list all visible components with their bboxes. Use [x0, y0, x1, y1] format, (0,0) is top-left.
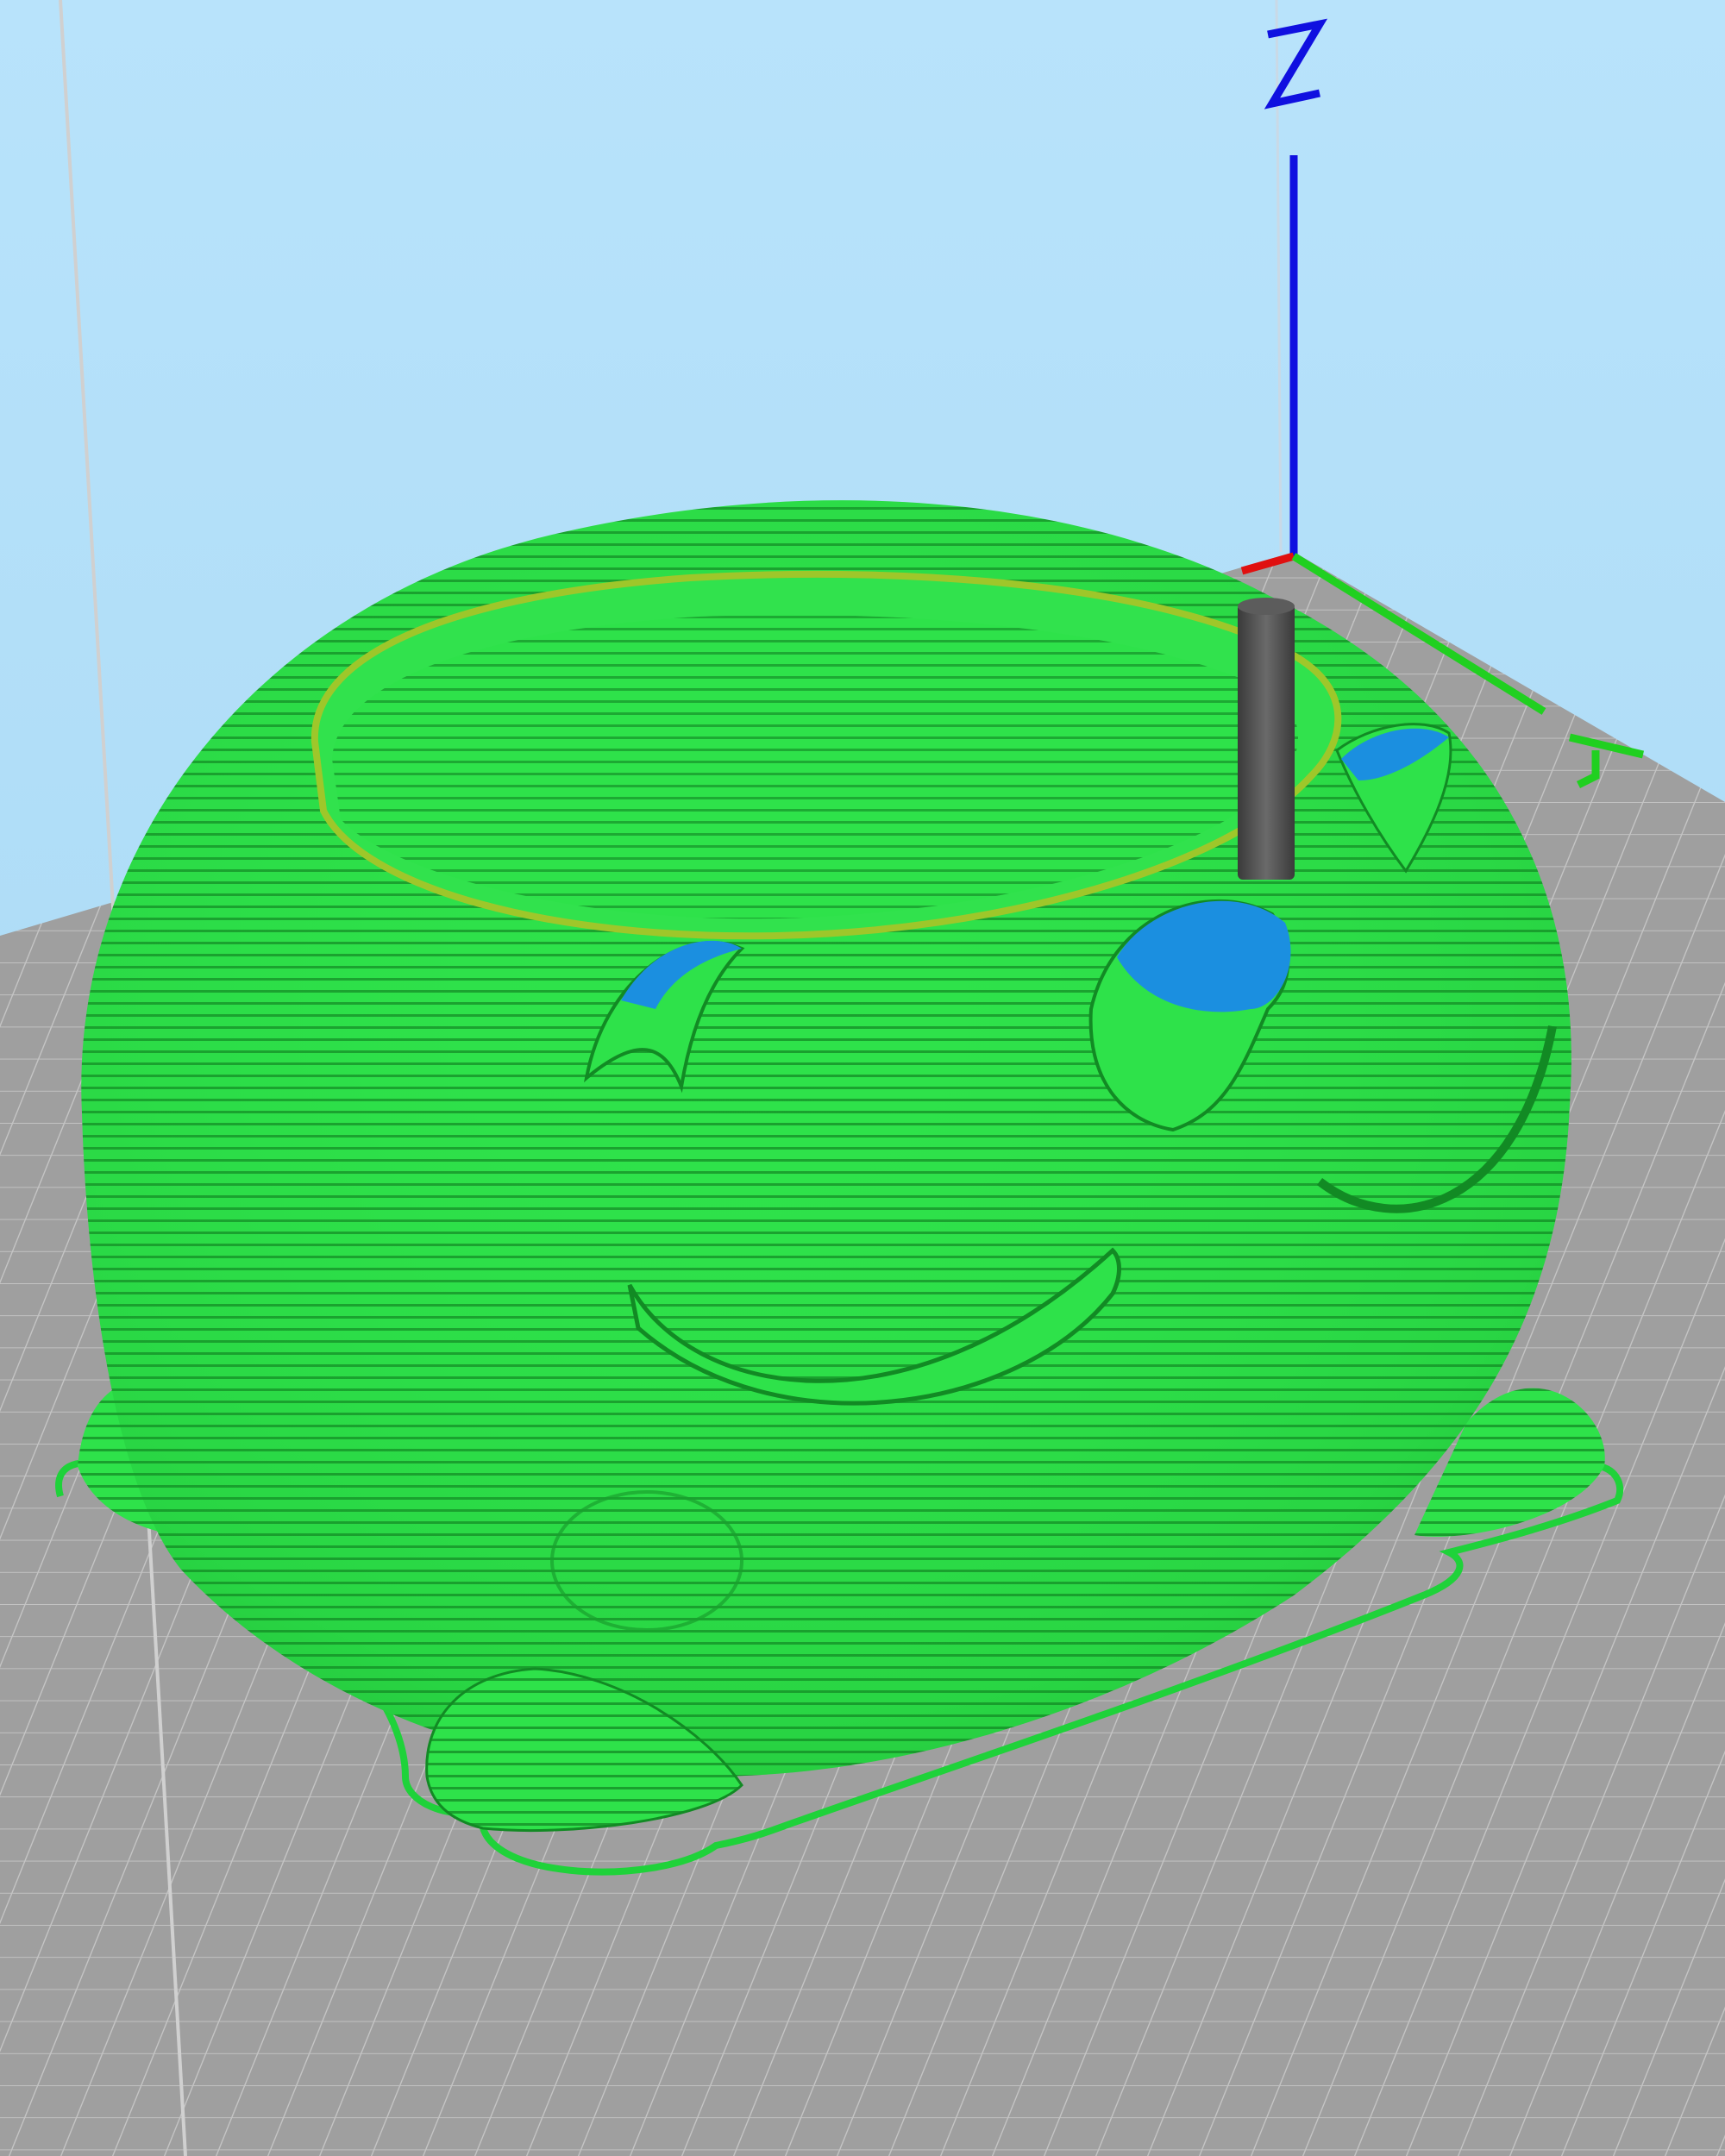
- viewport-canvas[interactable]: Z Y: [0, 0, 1725, 2156]
- print-nozzle-icon: [1238, 598, 1295, 880]
- 3d-viewport[interactable]: Z Y: [0, 0, 1725, 2156]
